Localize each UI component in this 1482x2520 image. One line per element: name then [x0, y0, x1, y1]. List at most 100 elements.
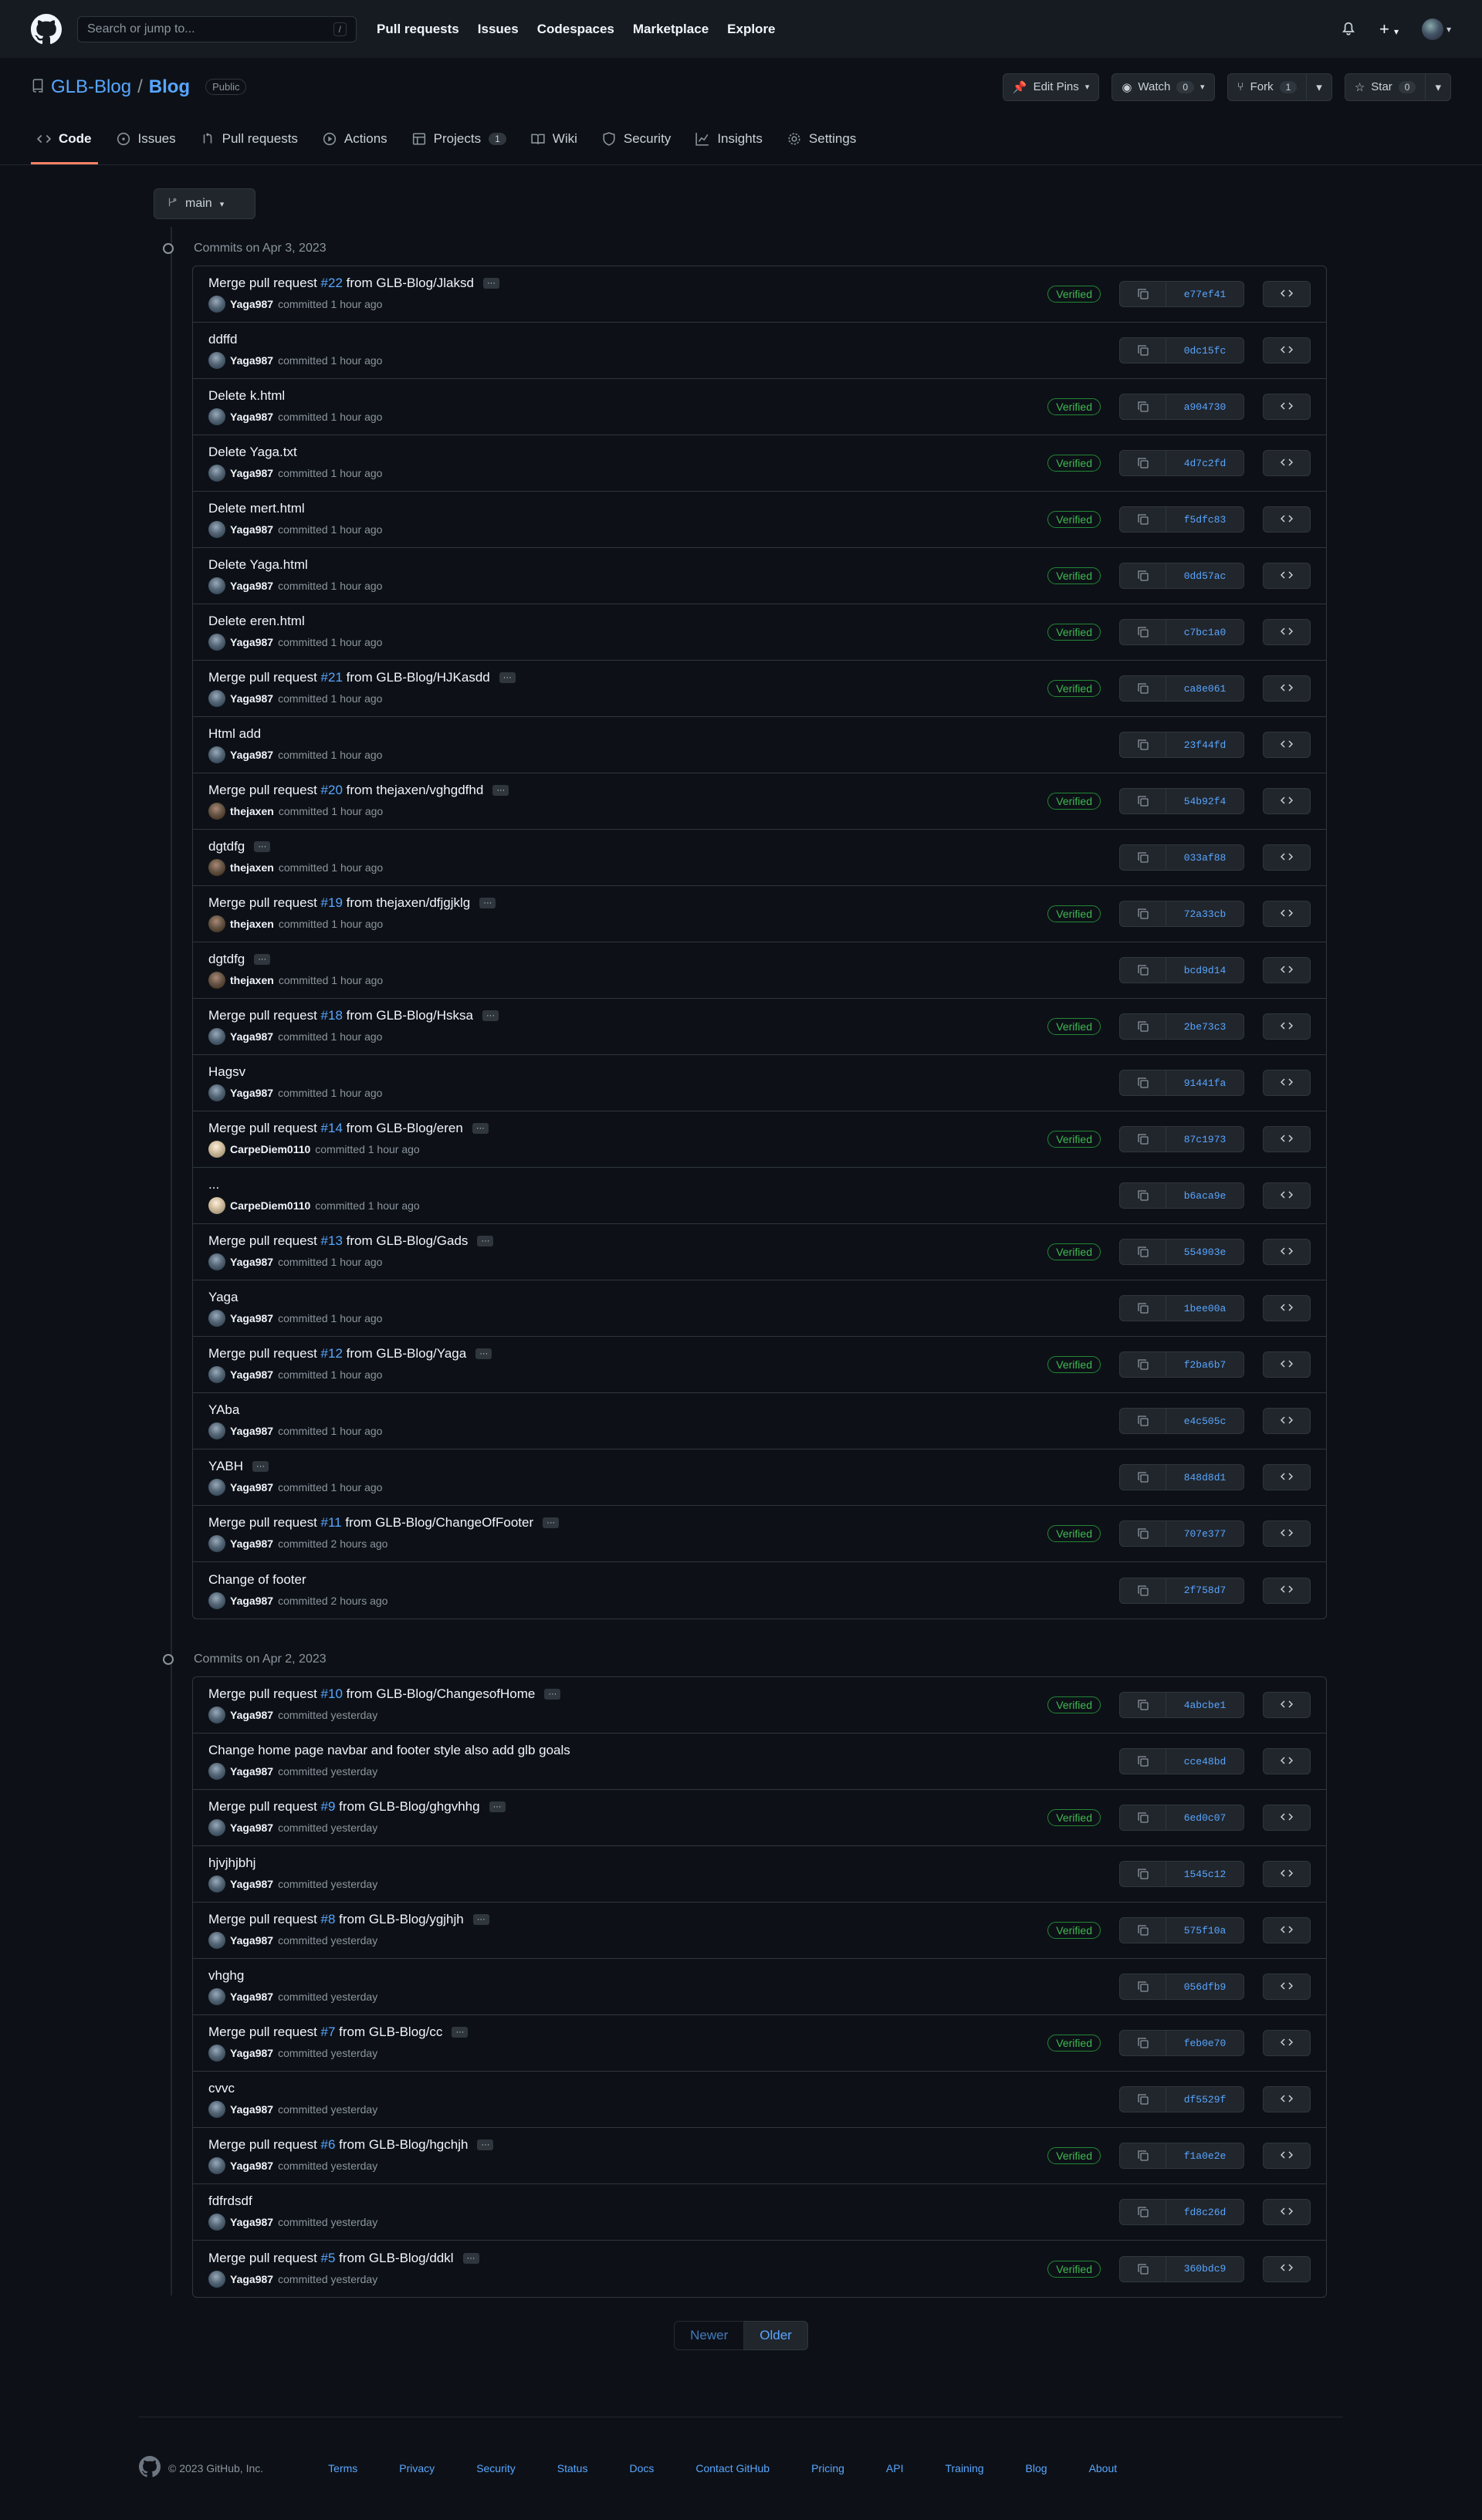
footer-link-about[interactable]: About — [1089, 2462, 1118, 2474]
author-link[interactable]: thejaxen — [230, 918, 274, 930]
avatar[interactable] — [208, 1366, 225, 1383]
verified-badge[interactable]: Verified — [1047, 624, 1101, 641]
commit-message-link[interactable]: YAba — [208, 1402, 239, 1418]
avatar[interactable] — [208, 577, 225, 594]
commit-message-link[interactable]: Merge pull request #14 from GLB-Blog/ere… — [208, 1121, 463, 1136]
copy-icon[interactable] — [1120, 1693, 1166, 1717]
author-link[interactable]: Yaga987 — [230, 354, 273, 367]
copy-icon[interactable] — [1120, 1071, 1166, 1095]
tab-code[interactable]: Code — [31, 115, 98, 164]
browse-code-button[interactable] — [1263, 1408, 1311, 1434]
expand-message-button[interactable]: ··· — [452, 2027, 469, 2038]
copy-icon[interactable] — [1120, 1296, 1166, 1321]
commit-message-link[interactable]: Delete Yaga.txt — [208, 445, 297, 460]
expand-message-button[interactable]: ··· — [499, 672, 516, 683]
author-link[interactable]: Yaga987 — [230, 2273, 273, 2285]
avatar[interactable] — [208, 972, 225, 989]
verified-badge[interactable]: Verified — [1047, 1696, 1101, 1713]
commit-message-link[interactable]: Html add — [208, 726, 261, 742]
verified-badge[interactable]: Verified — [1047, 511, 1101, 528]
pull-request-link[interactable]: #7 — [321, 2024, 336, 2039]
verified-badge[interactable]: Verified — [1047, 398, 1101, 415]
commit-sha-link[interactable]: feb0e70 — [1166, 2031, 1243, 2055]
copy-icon[interactable] — [1120, 1918, 1166, 1943]
copy-icon[interactable] — [1120, 2256, 1166, 2282]
commit-sha-link[interactable]: cce48bd — [1166, 1749, 1243, 1774]
commit-message-link[interactable]: Change home page navbar and footer style… — [208, 1743, 570, 1758]
expand-message-button[interactable]: ··· — [482, 278, 499, 289]
newer-button[interactable]: Newer — [674, 2321, 745, 2350]
author-link[interactable]: Yaga987 — [230, 1878, 273, 1890]
footer-link-contact-github[interactable]: Contact GitHub — [695, 2462, 770, 2474]
avatar[interactable] — [208, 1084, 225, 1101]
expand-message-button[interactable]: ··· — [492, 785, 509, 796]
avatar[interactable] — [208, 1310, 225, 1327]
commit-sha-link[interactable]: 1bee00a — [1166, 1296, 1243, 1321]
commit-message-link[interactable]: vhghg — [208, 1968, 244, 1984]
avatar[interactable] — [208, 1253, 225, 1270]
commit-message-link[interactable]: Delete k.html — [208, 388, 285, 404]
expand-message-button[interactable]: ··· — [477, 1236, 494, 1246]
avatar[interactable] — [208, 1535, 225, 1552]
browse-code-button[interactable] — [1263, 1070, 1311, 1096]
avatar[interactable] — [208, 1422, 225, 1439]
avatar[interactable] — [208, 1197, 225, 1214]
copy-icon[interactable] — [1120, 507, 1166, 532]
expand-message-button[interactable]: ··· — [475, 1348, 492, 1359]
footer-link-security[interactable]: Security — [476, 2462, 516, 2474]
footer-link-training[interactable]: Training — [945, 2462, 983, 2474]
footer-link-blog[interactable]: Blog — [1026, 2462, 1047, 2474]
avatar[interactable] — [208, 1819, 225, 1836]
commit-sha-link[interactable]: 4abcbe1 — [1166, 1693, 1243, 1717]
commit-message-link[interactable]: Merge pull request #8 from GLB-Blog/ygjh… — [208, 1912, 464, 1927]
commit-sha-link[interactable]: f5dfc83 — [1166, 507, 1243, 532]
copy-icon[interactable] — [1120, 958, 1166, 983]
commit-sha-link[interactable]: 033af88 — [1166, 845, 1243, 870]
browse-code-button[interactable] — [1263, 844, 1311, 871]
author-link[interactable]: Yaga987 — [230, 1087, 273, 1099]
verified-badge[interactable]: Verified — [1047, 455, 1101, 472]
commit-sha-link[interactable]: 056dfb9 — [1166, 1974, 1243, 1999]
copy-icon[interactable] — [1120, 1521, 1166, 1546]
footer-link-api[interactable]: API — [886, 2462, 904, 2474]
tab-insights[interactable]: Insights — [689, 115, 769, 164]
tab-pull-requests[interactable]: Pull requests — [195, 115, 304, 164]
verified-badge[interactable]: Verified — [1047, 2035, 1101, 2052]
commit-message-link[interactable]: Merge pull request #9 from GLB-Blog/ghgv… — [208, 1799, 480, 1815]
repo-name-link[interactable]: Blog — [149, 76, 190, 98]
verified-badge[interactable]: Verified — [1047, 905, 1101, 922]
commit-sha-link[interactable]: bcd9d14 — [1166, 958, 1243, 983]
copy-icon[interactable] — [1120, 1465, 1166, 1490]
footer-link-docs[interactable]: Docs — [629, 2462, 654, 2474]
commit-message-link[interactable]: fdfrdsdf — [208, 2194, 252, 2209]
avatar[interactable] — [208, 408, 225, 425]
commit-message-link[interactable]: Hagsv — [208, 1064, 245, 1080]
avatar[interactable] — [208, 746, 225, 763]
pull-request-link[interactable]: #5 — [321, 2251, 336, 2265]
watch-button[interactable]: ◉ Watch 0 ▾ — [1112, 73, 1215, 101]
pull-request-link[interactable]: #22 — [321, 276, 343, 290]
expand-message-button[interactable]: ··· — [489, 1801, 506, 1812]
commit-sha-link[interactable]: e4c505c — [1166, 1409, 1243, 1433]
commit-sha-link[interactable]: 848d8d1 — [1166, 1465, 1243, 1490]
pull-request-link[interactable]: #20 — [321, 783, 343, 797]
browse-code-button[interactable] — [1263, 2030, 1311, 2056]
github-footer-logo-icon[interactable] — [139, 2456, 161, 2480]
commit-sha-link[interactable]: e77ef41 — [1166, 282, 1243, 306]
avatar[interactable] — [208, 2101, 225, 2118]
avatar[interactable] — [208, 1591, 225, 1609]
verified-badge[interactable]: Verified — [1047, 567, 1101, 584]
copy-icon[interactable] — [1120, 620, 1166, 644]
browse-code-button[interactable] — [1263, 1805, 1311, 1831]
author-link[interactable]: Yaga987 — [230, 2047, 273, 2059]
copy-icon[interactable] — [1120, 394, 1166, 419]
author-link[interactable]: Yaga987 — [230, 2103, 273, 2116]
author-link[interactable]: Yaga987 — [230, 1822, 273, 1834]
expand-message-button[interactable]: ··· — [477, 2139, 494, 2150]
older-button[interactable]: Older — [744, 2321, 808, 2350]
fork-button[interactable]: ⑂ Fork 1 ▾ — [1227, 73, 1332, 101]
browse-code-button[interactable] — [1263, 281, 1311, 307]
browse-code-button[interactable] — [1263, 1239, 1311, 1265]
avatar[interactable] — [208, 1479, 225, 1496]
footer-link-terms[interactable]: Terms — [328, 2462, 357, 2474]
